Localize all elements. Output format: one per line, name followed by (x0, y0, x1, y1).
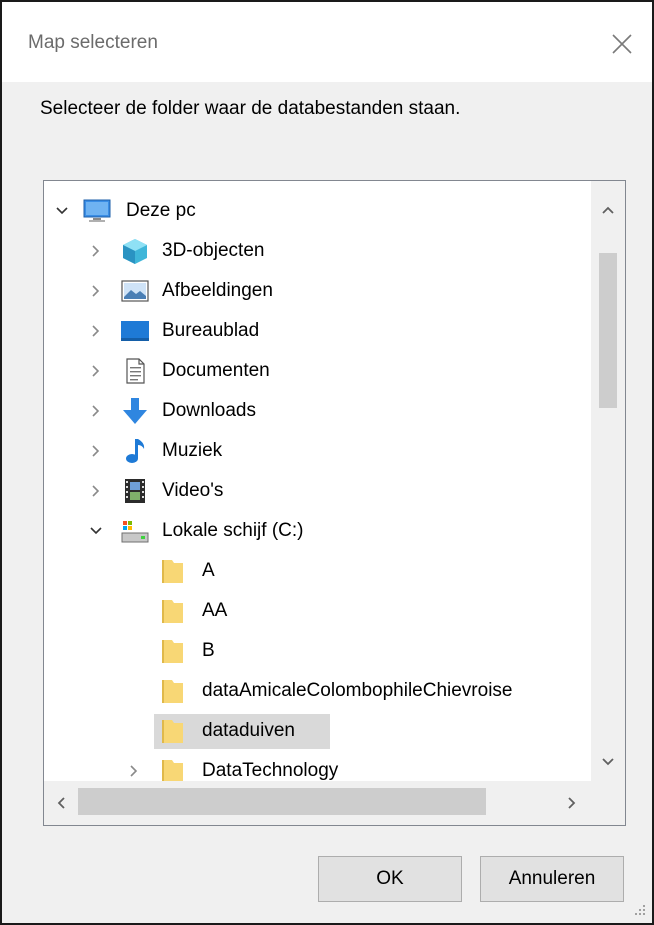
downloads-icon (120, 397, 150, 425)
tree-item-label: Muziek (162, 440, 223, 461)
dialog-title: Map selecteren (28, 32, 158, 53)
folder-tree[interactable]: Deze pc 3D-objecten Afbeeldingen Bureaub… (43, 180, 626, 826)
scroll-up-button[interactable] (593, 195, 623, 225)
chevron-right-icon[interactable] (86, 241, 106, 261)
scrollbar-corner (591, 781, 625, 825)
videos-icon (120, 477, 150, 505)
scroll-left-button[interactable] (46, 788, 76, 818)
chevron-down-icon[interactable] (52, 201, 72, 221)
tree-item-3d-objecten[interactable]: 3D-objecten (44, 231, 625, 271)
chevron-left-icon (57, 797, 65, 809)
folder-icon (158, 557, 188, 585)
tree-item-lokale-schijf[interactable]: Lokale schijf (C:) (44, 511, 625, 551)
folder-icon (158, 597, 188, 625)
tree-item-label: Documenten (162, 360, 270, 381)
tree-item-label: dataAmicaleColombophileChievroise (202, 680, 513, 701)
scroll-down-button[interactable] (593, 747, 623, 777)
tree-item-label: 3D-objecten (162, 240, 265, 261)
tree-item-folder-b[interactable]: B (44, 631, 625, 671)
tree-item-folder-a[interactable]: A (44, 551, 625, 591)
chevron-right-icon[interactable] (86, 441, 106, 461)
drive-icon (120, 517, 150, 545)
vertical-scroll-thumb[interactable] (599, 253, 617, 408)
horizontal-scrollbar[interactable] (44, 781, 591, 825)
tree-item-label: Lokale schijf (C:) (162, 520, 304, 541)
tree-item-folder-dataduiven[interactable]: dataduiven (44, 711, 625, 751)
tree-item-deze-pc[interactable]: Deze pc (44, 191, 625, 231)
tree-item-label: Video's (162, 480, 224, 501)
chevron-right-icon[interactable] (124, 761, 144, 781)
horizontal-scroll-thumb[interactable] (78, 788, 486, 815)
folder-icon (158, 677, 188, 705)
3d-objects-icon (120, 237, 150, 265)
tree-item-label: A (202, 560, 215, 581)
tree-item-muziek[interactable]: Muziek (44, 431, 625, 471)
tree-item-label: dataduiven (202, 720, 295, 741)
chevron-down-icon[interactable] (86, 521, 106, 541)
folder-browser-dialog: Map selecteren Selecteer de folder waar … (0, 0, 654, 925)
instruction-text: Selecteer de folder waar de databestande… (40, 98, 461, 119)
close-icon (612, 34, 632, 54)
tree-item-label: Downloads (162, 400, 256, 421)
close-button[interactable] (604, 26, 640, 62)
ok-button[interactable]: OK (318, 856, 462, 902)
tree-item-afbeeldingen[interactable]: Afbeeldingen (44, 271, 625, 311)
monitor-icon (82, 197, 112, 225)
folder-icon (158, 717, 188, 745)
cancel-button[interactable]: Annuleren (480, 856, 624, 902)
tree-item-documenten[interactable]: Documenten (44, 351, 625, 391)
chevron-right-icon[interactable] (86, 321, 106, 341)
folder-icon (158, 637, 188, 665)
tree-item-bureaublad[interactable]: Bureaublad (44, 311, 625, 351)
documents-icon (120, 357, 150, 385)
chevron-down-icon (602, 758, 614, 766)
tree-item-label: Afbeeldingen (162, 280, 273, 301)
tree-item-label: Deze pc (126, 200, 196, 221)
tree-item-videos[interactable]: Video's (44, 471, 625, 511)
desktop-icon (120, 317, 150, 345)
chevron-up-icon (602, 206, 614, 214)
tree-item-folder-aa[interactable]: AA (44, 591, 625, 631)
chevron-right-icon (568, 797, 576, 809)
pictures-icon (120, 277, 150, 305)
title-bar: Map selecteren (2, 2, 652, 82)
tree-item-label: B (202, 640, 215, 661)
chevron-right-icon[interactable] (86, 481, 106, 501)
chevron-right-icon[interactable] (86, 401, 106, 421)
tree-item-folder-dataamicale[interactable]: dataAmicaleColombophileChievroise (44, 671, 625, 711)
tree-item-downloads[interactable]: Downloads (44, 391, 625, 431)
music-icon (120, 437, 150, 465)
chevron-right-icon[interactable] (86, 361, 106, 381)
scroll-right-button[interactable] (557, 788, 587, 818)
chevron-right-icon[interactable] (86, 281, 106, 301)
vertical-scrollbar[interactable] (591, 181, 625, 781)
tree-item-label: AA (202, 600, 228, 621)
tree-item-label: Bureaublad (162, 320, 260, 341)
resize-grip-icon[interactable] (630, 900, 648, 918)
